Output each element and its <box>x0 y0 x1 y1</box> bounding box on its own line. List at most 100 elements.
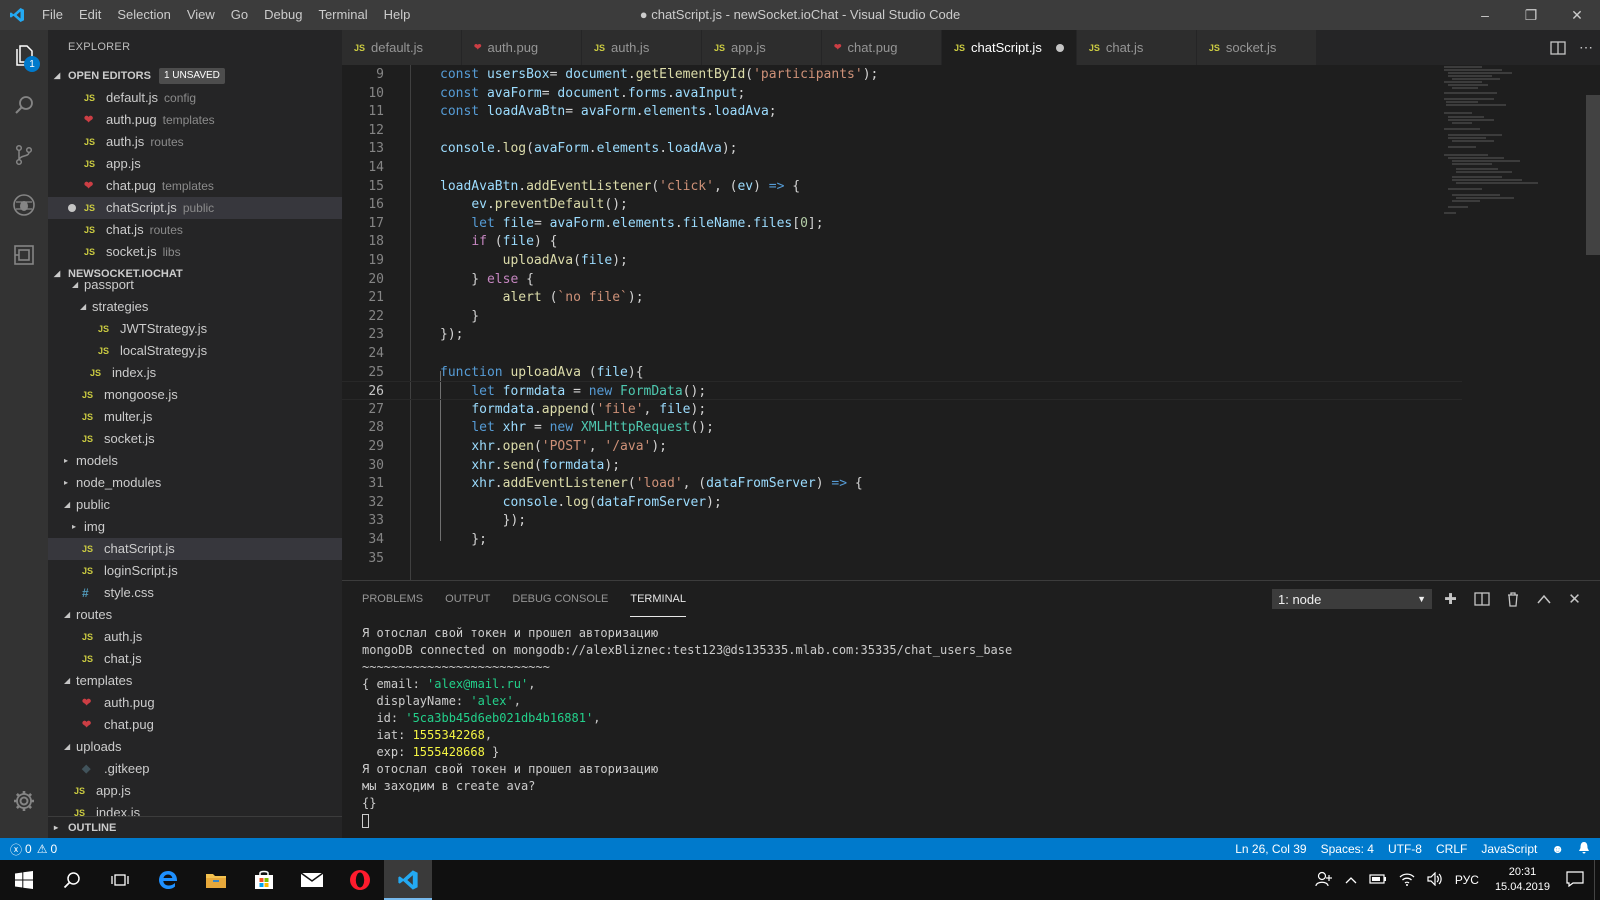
tree-item[interactable]: JS mongoose.js <box>48 384 342 406</box>
problems-status[interactable]: ⓧ 0 ⚠ 0 <box>0 841 57 858</box>
vscode-taskbar-icon[interactable] <box>384 860 432 900</box>
minimize-button[interactable]: – <box>1462 0 1508 30</box>
wifi-icon[interactable] <box>1393 872 1421 889</box>
tree-item[interactable]: ▸ models <box>48 450 342 472</box>
feedback-smiley-icon[interactable]: ☻ <box>1551 842 1564 856</box>
action-center-icon[interactable] <box>1560 870 1590 890</box>
tab-socket-js[interactable]: JS socket.js <box>1196 30 1317 65</box>
tab-chat-js[interactable]: JS chat.js <box>1076 30 1197 65</box>
tree-item[interactable]: ◢ templates <box>48 670 342 692</box>
tree-item[interactable]: JS index.js <box>48 362 342 384</box>
show-desktop[interactable] <box>1594 860 1600 900</box>
split-editor-icon[interactable] <box>1544 30 1572 65</box>
terminal-select[interactable]: 1: node ▼ <box>1272 589 1432 609</box>
menu-debug[interactable]: Debug <box>256 0 310 30</box>
notifications-bell-icon[interactable] <box>1578 841 1590 857</box>
tree-item[interactable]: JS auth.js <box>48 626 342 648</box>
more-actions-icon[interactable]: ⋯ <box>1572 30 1600 65</box>
open-editor-item[interactable]: JS socket.js libs <box>48 241 342 263</box>
menu-help[interactable]: Help <box>376 0 419 30</box>
open-editor-item[interactable]: JS chatScript.js public <box>48 197 342 219</box>
extensions-icon[interactable] <box>0 230 48 280</box>
store-icon[interactable] <box>240 860 288 900</box>
trash-icon[interactable] <box>1497 581 1528 617</box>
language-mode[interactable]: JavaScript <box>1481 842 1537 856</box>
tree-item[interactable]: JS chat.js <box>48 648 342 670</box>
menu-terminal[interactable]: Terminal <box>310 0 375 30</box>
minimap[interactable] <box>1442 65 1562 225</box>
indentation[interactable]: Spaces: 4 <box>1321 842 1374 856</box>
panel-tab-terminal[interactable]: TERMINAL <box>630 581 686 617</box>
editor-scrollbar[interactable] <box>1586 95 1600 255</box>
tree-item[interactable]: JS loginScript.js <box>48 560 342 582</box>
debug-icon[interactable] <box>0 180 48 230</box>
chevron-up-icon[interactable] <box>1339 873 1363 887</box>
encoding[interactable]: UTF-8 <box>1388 842 1422 856</box>
tree-item[interactable]: ◢ strategies <box>48 296 342 318</box>
tab-app-js[interactable]: JS app.js <box>702 30 822 65</box>
tree-item[interactable]: JS multer.js <box>48 406 342 428</box>
open-editor-item[interactable]: JS auth.js routes <box>48 131 342 153</box>
task-view-icon[interactable] <box>96 860 144 900</box>
search-icon[interactable] <box>0 80 48 130</box>
tree-item[interactable]: JS JWTStrategy.js <box>48 318 342 340</box>
people-icon[interactable] <box>1309 871 1339 890</box>
search-icon[interactable] <box>48 860 96 900</box>
open-editor-item[interactable]: ❤ chat.pug templates <box>48 175 342 197</box>
start-icon[interactable] <box>0 860 48 900</box>
battery-icon[interactable] <box>1363 873 1393 888</box>
new-terminal-icon[interactable]: ✚ <box>1435 581 1466 617</box>
tree-item[interactable]: ▸ node_modules <box>48 472 342 494</box>
panel-tab-output[interactable]: OUTPUT <box>445 581 490 617</box>
tab-chatScript-js[interactable]: JS chatScript.js <box>942 30 1077 65</box>
volume-icon[interactable] <box>1421 871 1449 889</box>
tree-item[interactable]: ◆ .gitkeep <box>48 758 342 780</box>
opera-icon[interactable] <box>336 860 384 900</box>
tree-item[interactable]: # style.css <box>48 582 342 604</box>
cursor-position[interactable]: Ln 26, Col 39 <box>1235 842 1306 856</box>
input-language[interactable]: РУС <box>1449 873 1485 887</box>
open-editor-item[interactable]: JS app.js <box>48 153 342 175</box>
panel-tab-debug-console[interactable]: DEBUG CONSOLE <box>512 581 608 617</box>
menu-selection[interactable]: Selection <box>109 0 178 30</box>
tree-item[interactable]: ◢ passport <box>48 274 342 296</box>
close-button[interactable]: ✕ <box>1554 0 1600 30</box>
tree-item[interactable]: ◢ routes <box>48 604 342 626</box>
close-panel-icon[interactable]: ✕ <box>1559 581 1590 617</box>
menu-go[interactable]: Go <box>223 0 256 30</box>
tree-item[interactable]: JS socket.js <box>48 428 342 450</box>
tree-item[interactable]: ▸ img <box>48 516 342 538</box>
unsaved-dot-icon[interactable] <box>1055 43 1064 52</box>
line-ending[interactable]: CRLF <box>1436 842 1467 856</box>
open-editor-item[interactable]: JS default.js config <box>48 87 342 109</box>
menu-view[interactable]: View <box>179 0 223 30</box>
tree-item[interactable]: JS localStrategy.js <box>48 340 342 362</box>
open-editors-header[interactable]: ◢ OPEN EDITORS 1 UNSAVED <box>48 65 342 87</box>
tree-item[interactable]: ❤ chat.pug <box>48 714 342 736</box>
code-editor[interactable]: 9 const usersBox= document.getElementById… <box>342 65 1600 580</box>
tree-item[interactable]: JS app.js <box>48 780 342 802</box>
source-control-icon[interactable] <box>0 130 48 180</box>
tab-chat-pug[interactable]: ❤ chat.pug <box>822 30 942 65</box>
clock[interactable]: 20:31 15.04.2019 <box>1485 865 1560 895</box>
maximize-button[interactable]: ❐ <box>1508 0 1554 30</box>
menu-file[interactable]: File <box>34 0 71 30</box>
tree-item[interactable]: ◢ uploads <box>48 736 342 758</box>
terminal-prompt[interactable] <box>362 812 1012 829</box>
tab-auth-js[interactable]: JS auth.js <box>582 30 702 65</box>
open-editor-item[interactable]: ❤ auth.pug templates <box>48 109 342 131</box>
tree-item[interactable]: JS chatScript.js <box>48 538 342 560</box>
mail-icon[interactable] <box>288 860 336 900</box>
file-explorer-icon[interactable] <box>192 860 240 900</box>
open-editor-item[interactable]: JS chat.js routes <box>48 219 342 241</box>
panel-tab-problems[interactable]: PROBLEMS <box>362 581 423 617</box>
menu-edit[interactable]: Edit <box>71 0 109 30</box>
edge-icon[interactable] <box>144 860 192 900</box>
outline-header[interactable]: ▸ OUTLINE <box>48 816 342 838</box>
tree-item[interactable]: ❤ auth.pug <box>48 692 342 714</box>
tab-default-js[interactable]: JS default.js <box>342 30 462 65</box>
tab-auth-pug[interactable]: ❤ auth.pug <box>462 30 582 65</box>
settings-gear-icon[interactable] <box>0 776 48 826</box>
explorer-icon[interactable]: 1 <box>0 30 48 80</box>
tree-item[interactable]: ◢ public <box>48 494 342 516</box>
